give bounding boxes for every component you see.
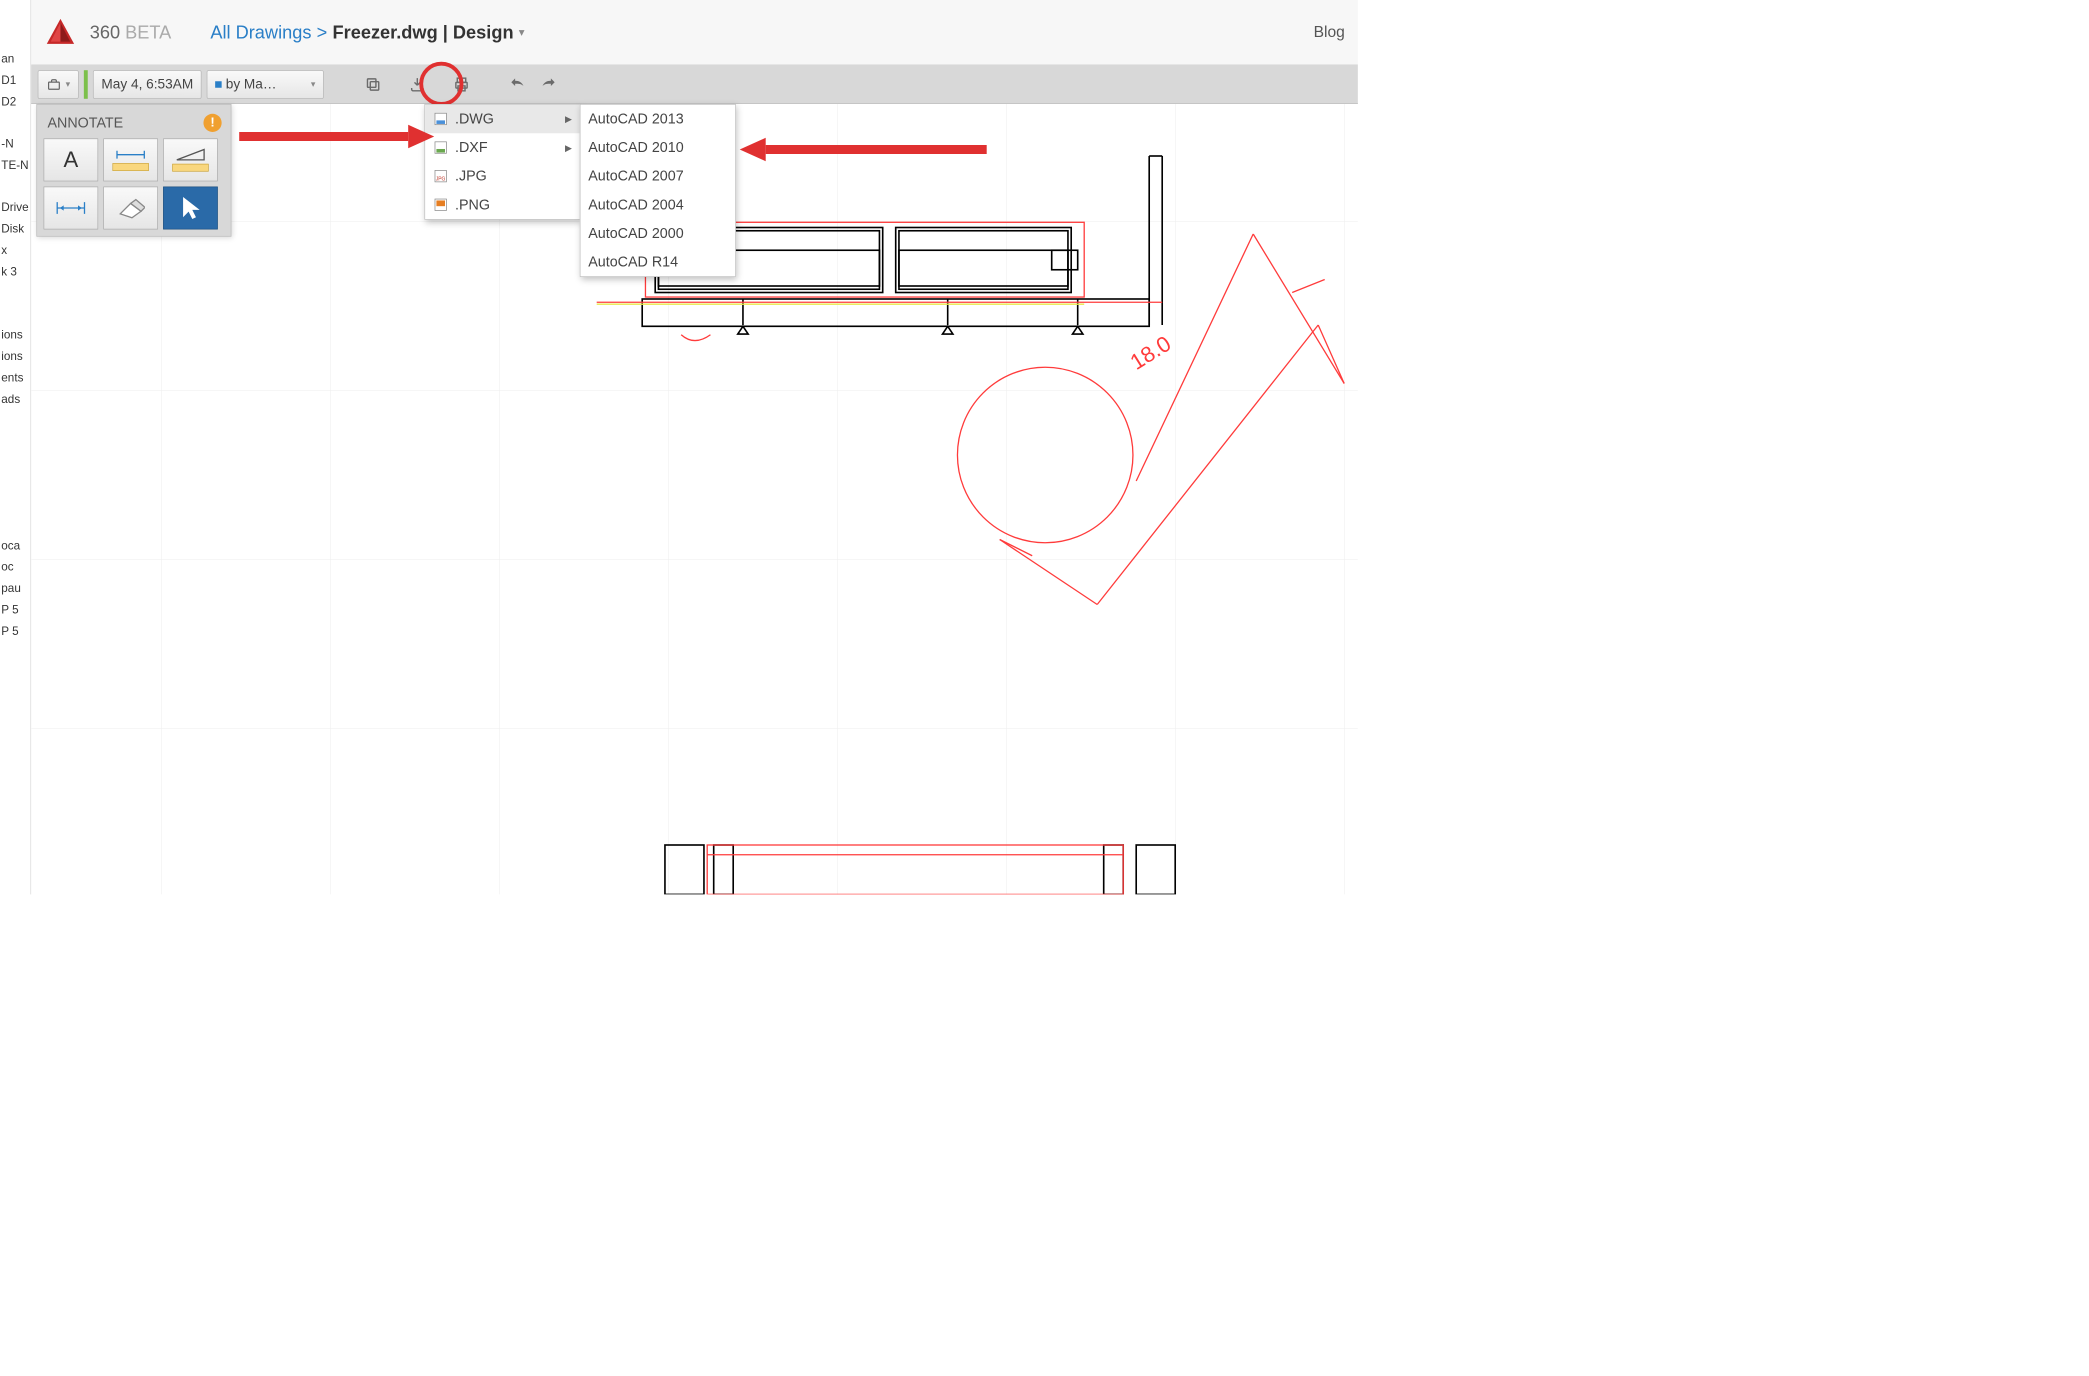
- file-menu-button[interactable]: ▾: [38, 70, 79, 99]
- user-color-indicator: [215, 81, 222, 88]
- submenu-arrow-icon: ▶: [565, 113, 572, 124]
- dwg-version-submenu: AutoCAD 2013 AutoCAD 2010 AutoCAD 2007 A…: [580, 104, 736, 277]
- export-dwg-item[interactable]: .DWG ▶: [425, 105, 580, 134]
- breadcrumb-current: Freezer.dwg | Design: [332, 22, 513, 43]
- left-strip-item: oca: [0, 539, 31, 553]
- left-strip-item: D2: [0, 95, 31, 109]
- text-annotation-tool[interactable]: A: [44, 138, 99, 181]
- left-strip-item: P 5: [0, 625, 31, 639]
- breadcrumb-separator: >: [317, 22, 328, 43]
- export-format-menu: .DWG ▶ .DXF ▶ JPG .JPG: [424, 104, 580, 220]
- dxf-file-icon: [433, 140, 449, 156]
- breadcrumb: All Drawings > Freezer.dwg | Design ▾: [210, 22, 524, 43]
- left-strip-item: P 5: [0, 603, 31, 617]
- left-strip-item: an: [0, 52, 31, 66]
- submenu-arrow-icon: ▶: [565, 142, 572, 153]
- export-png-item[interactable]: .PNG: [425, 190, 580, 219]
- author-button[interactable]: by Ma… ▾: [207, 70, 324, 99]
- left-strip-item: TE-N: [0, 159, 31, 173]
- download-button[interactable]: [404, 71, 430, 97]
- dwg-file-icon: [433, 111, 449, 127]
- left-sidebar-fragment: an D1 D2 -N TE-N Drive Disk x k 3 ions ions ents ads…: [0, 0, 31, 894]
- autocad-2010-item[interactable]: AutoCAD 2010: [580, 133, 735, 162]
- svg-text:JPG: JPG: [436, 176, 446, 182]
- left-strip-item: -N: [0, 137, 31, 151]
- left-strip-item: [0, 414, 31, 427]
- autocad-2013-item[interactable]: AutoCAD 2013: [580, 105, 735, 134]
- blog-link[interactable]: Blog: [1314, 23, 1345, 41]
- main-toolbar: ▾ May 4, 6:53AM by Ma… ▾: [31, 65, 1358, 104]
- left-strip-item: [0, 116, 31, 129]
- left-strip-item: ents: [0, 371, 31, 385]
- annotate-panel: ANNOTATE ! A: [36, 104, 231, 237]
- left-strip-item: oc: [0, 560, 31, 574]
- briefcase-icon: [46, 76, 62, 92]
- left-strip-item: ions: [0, 328, 31, 342]
- redo-button[interactable]: [536, 71, 562, 97]
- left-strip-item: [0, 180, 31, 193]
- left-strip-item: Disk: [0, 222, 31, 236]
- annotate-panel-title: ANNOTATE: [47, 114, 123, 131]
- copy-button[interactable]: [360, 71, 386, 97]
- autocad-2004-item[interactable]: AutoCAD 2004: [580, 190, 735, 219]
- export-dxf-item[interactable]: .DXF ▶: [425, 133, 580, 162]
- eraser-tool[interactable]: [103, 187, 158, 230]
- brand-label: 360 BETA: [90, 22, 172, 43]
- linear-dimension-tool[interactable]: [103, 138, 158, 181]
- autocad-2000-item[interactable]: AutoCAD 2000: [580, 219, 735, 248]
- drawing-canvas[interactable]: 18.0 ANNOTATE ! A: [31, 104, 1358, 894]
- timestamp-button[interactable]: May 4, 6:53AM: [93, 70, 202, 99]
- left-strip-item: [0, 435, 31, 448]
- left-strip-item: x: [0, 244, 31, 258]
- select-tool[interactable]: [163, 187, 218, 230]
- breadcrumb-root-link[interactable]: All Drawings: [210, 22, 311, 43]
- left-strip-item: ads: [0, 393, 31, 407]
- left-strip-item: Drive: [0, 201, 31, 215]
- autocad-2007-item[interactable]: AutoCAD 2007: [580, 162, 735, 191]
- status-indicator: [84, 70, 88, 99]
- autocad-logo-icon: [44, 16, 77, 49]
- angular-dimension-tool[interactable]: [163, 138, 218, 181]
- left-strip-item: [0, 307, 31, 320]
- left-strip-item: D1: [0, 73, 31, 87]
- caret-down-icon[interactable]: ▾: [519, 25, 525, 39]
- app-header: 360 BETA All Drawings > Freezer.dwg | De…: [31, 0, 1358, 65]
- left-strip-item: ions: [0, 350, 31, 364]
- caret-down-icon: ▾: [66, 79, 71, 90]
- left-strip-item: [0, 497, 31, 510]
- aligned-dimension-tool[interactable]: [44, 187, 99, 230]
- warning-badge-icon[interactable]: !: [203, 114, 221, 132]
- left-strip-item: pau: [0, 582, 31, 596]
- jpg-file-icon: JPG: [433, 168, 449, 184]
- caret-down-icon: ▾: [311, 79, 316, 90]
- left-strip-item: k 3: [0, 265, 31, 279]
- undo-button[interactable]: [505, 71, 531, 97]
- autocad-r14-item[interactable]: AutoCAD R14: [580, 248, 735, 277]
- left-strip-item: [0, 476, 31, 489]
- dimension-label: 18.0: [1126, 331, 1176, 375]
- export-jpg-item[interactable]: JPG .JPG: [425, 162, 580, 191]
- png-file-icon: [433, 197, 449, 213]
- left-strip-item: [0, 456, 31, 469]
- left-strip-item: [0, 518, 31, 531]
- left-strip-item: [0, 287, 31, 300]
- print-button[interactable]: [449, 71, 475, 97]
